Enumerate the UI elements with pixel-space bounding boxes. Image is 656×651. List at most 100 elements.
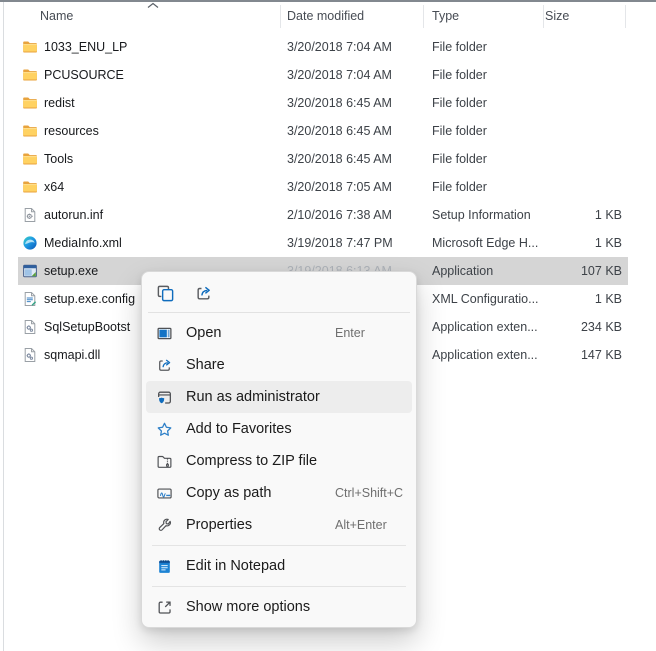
column-header-type[interactable]: Type — [432, 9, 459, 23]
column-separator[interactable] — [280, 5, 281, 28]
column-header-date-modified[interactable]: Date modified — [287, 9, 364, 23]
file-type: File folder — [432, 124, 487, 138]
folder-icon — [22, 151, 38, 167]
file-name: PCUSOURCE — [44, 68, 124, 82]
show-more-options-icon — [156, 599, 173, 616]
menu-item-label: Copy as path — [186, 485, 271, 501]
folder-icon — [22, 95, 38, 111]
file-size: 107 KB — [478, 264, 622, 278]
file-row-1033-enu-lp[interactable]: 1033_ENU_LP 3/20/2018 7:04 AM File folder — [18, 33, 628, 61]
column-separator[interactable] — [625, 5, 626, 28]
file-size: 1 KB — [478, 292, 622, 306]
run-as-administrator-icon — [156, 389, 173, 406]
menu-item-edit-in-notepad[interactable]: Edit in Notepad — [146, 550, 412, 582]
file-date-modified: 2/10/2016 7:38 AM — [287, 208, 392, 222]
file-date-modified: 3/20/2018 6:45 AM — [287, 152, 392, 166]
file-type: File folder — [432, 96, 487, 110]
menu-item-share[interactable]: Share — [146, 349, 412, 381]
file-row-redist[interactable]: redist 3/20/2018 6:45 AM File folder — [18, 89, 628, 117]
dll-file-icon — [22, 319, 38, 335]
file-row-mediainfo-xml[interactable]: MediaInfo.xml3/19/2018 7:47 PMMicrosoft … — [18, 229, 628, 257]
file-name: MediaInfo.xml — [44, 236, 122, 250]
file-size: 1 KB — [478, 208, 622, 222]
file-row-pcusource[interactable]: PCUSOURCE 3/20/2018 7:04 AM File folder — [18, 61, 628, 89]
edit-in-notepad-icon — [156, 558, 173, 575]
menu-item-label: Share — [186, 357, 225, 373]
file-date-modified: 3/20/2018 7:04 AM — [287, 40, 392, 54]
file-size: 1 KB — [478, 236, 622, 250]
file-row-resources[interactable]: resources 3/20/2018 6:45 AM File folder — [18, 117, 628, 145]
edge-html-file-icon — [22, 235, 38, 251]
share-icon — [156, 357, 173, 374]
menu-item-label: Add to Favorites — [186, 421, 292, 437]
copy-as-path-icon — [156, 485, 173, 502]
file-name: setup.exe — [44, 264, 98, 278]
folder-icon — [22, 179, 38, 195]
file-date-modified: 3/20/2018 7:05 AM — [287, 180, 392, 194]
setup-information-file-icon — [22, 207, 38, 223]
column-separator[interactable] — [423, 5, 424, 28]
copy-button[interactable] — [150, 279, 180, 307]
file-date-modified: 3/20/2018 7:04 AM — [287, 68, 392, 82]
menu-divider — [148, 312, 410, 313]
file-size: 234 KB — [478, 320, 622, 334]
menu-item-label: Properties — [186, 517, 252, 533]
menu-divider — [152, 545, 406, 546]
column-separator[interactable] — [543, 5, 544, 28]
menu-item-compress-to-zip-file[interactable]: Compress to ZIP file — [146, 445, 412, 477]
menu-item-show-more-options[interactable]: Show more options — [146, 591, 412, 623]
file-name: resources — [44, 124, 99, 138]
folder-icon — [22, 67, 38, 83]
sort-ascending-icon — [147, 2, 159, 9]
file-name: SqlSetupBootst — [44, 320, 130, 334]
file-explorer-window: Name Date modified Type Size 1033_ENU_LP… — [0, 0, 656, 651]
file-date-modified: 3/20/2018 6:45 AM — [287, 96, 392, 110]
menu-item-label: Open — [186, 325, 221, 341]
file-name: redist — [44, 96, 75, 110]
menu-item-label: Edit in Notepad — [186, 558, 285, 574]
file-name: Tools — [44, 152, 73, 166]
menu-item-copy-as-path[interactable]: Copy as path Ctrl+Shift+C — [146, 477, 412, 509]
file-date-modified: 3/19/2018 7:47 PM — [287, 236, 393, 250]
menu-item-shortcut: Alt+Enter — [335, 518, 387, 532]
open-icon — [156, 325, 173, 342]
file-name: 1033_ENU_LP — [44, 40, 127, 54]
file-row-autorun-inf[interactable]: autorun.inf2/10/2016 7:38 AMSetup Inform… — [18, 201, 628, 229]
folder-icon — [22, 123, 38, 139]
file-name: autorun.inf — [44, 208, 103, 222]
file-name: x64 — [44, 180, 64, 194]
context-menu: Open Enter Share Run as administrator Add to… — [141, 271, 417, 628]
file-name: sqmapi.dll — [44, 348, 100, 362]
menu-item-open[interactable]: Open Enter — [146, 317, 412, 349]
menu-item-shortcut: Ctrl+Shift+C — [335, 486, 403, 500]
share-button[interactable] — [188, 279, 218, 307]
menu-item-properties[interactable]: Properties Alt+Enter — [146, 509, 412, 541]
file-row-tools[interactable]: Tools 3/20/2018 6:45 AM File folder — [18, 145, 628, 173]
file-size: 147 KB — [478, 348, 622, 362]
menu-divider — [152, 586, 406, 587]
dll-file-icon — [22, 347, 38, 363]
menu-item-label: Run as administrator — [186, 389, 320, 405]
properties-wrench-icon — [156, 517, 173, 534]
menu-item-run-as-administrator[interactable]: Run as administrator — [146, 381, 412, 413]
file-date-modified: 3/20/2018 6:45 AM — [287, 124, 392, 138]
column-headers: Name Date modified Type Size — [8, 2, 656, 30]
xml-config-file-icon — [22, 291, 38, 307]
file-row-x64[interactable]: x643/20/2018 7:05 AMFile folder — [18, 173, 628, 201]
column-header-size[interactable]: Size — [545, 9, 569, 23]
application-file-icon — [22, 263, 38, 279]
window-left-border — [3, 2, 4, 651]
compress-zip-icon — [156, 453, 173, 470]
file-type: File folder — [432, 40, 487, 54]
file-type: File folder — [432, 152, 487, 166]
menu-item-label: Compress to ZIP file — [186, 453, 317, 469]
menu-item-shortcut: Enter — [335, 326, 365, 340]
column-header-name[interactable]: Name — [40, 9, 73, 23]
folder-icon — [22, 39, 38, 55]
menu-item-label: Show more options — [186, 599, 310, 615]
file-type: File folder — [432, 68, 487, 82]
context-menu-quick-actions — [146, 276, 412, 310]
file-name: setup.exe.config — [44, 292, 135, 306]
context-menu-items: Open Enter Share Run as administrator Add to… — [146, 315, 412, 623]
menu-item-add-to-favorites[interactable]: Add to Favorites — [146, 413, 412, 445]
